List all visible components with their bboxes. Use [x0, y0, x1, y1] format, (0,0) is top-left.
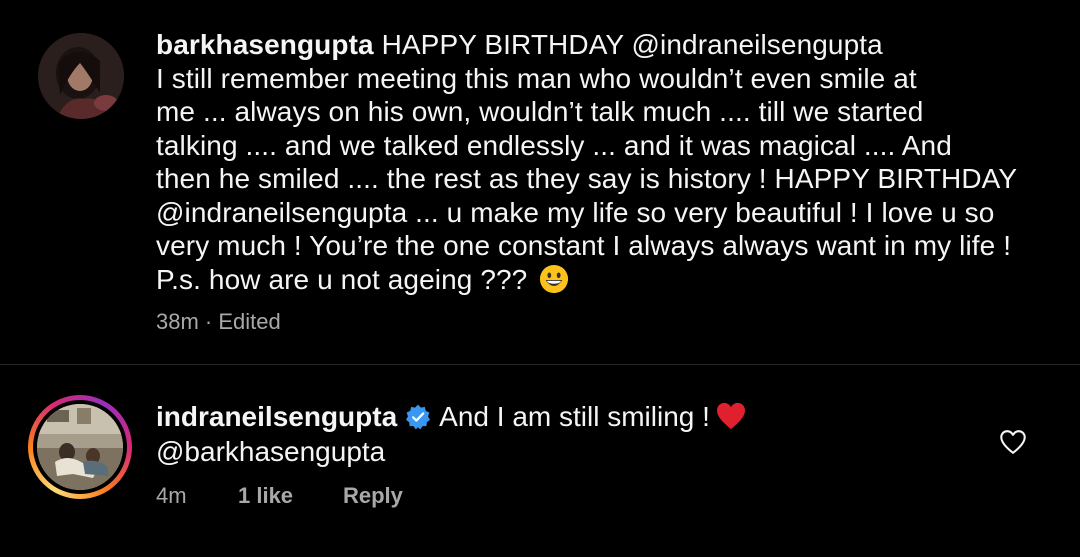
- caption-line: barkhasengupta HAPPY BIRTHDAY @indraneil…: [156, 28, 1036, 62]
- avatar: [37, 404, 123, 490]
- reply-message: And I am still smiling !: [439, 401, 710, 432]
- caption-line: me ... always on his own, wouldn’t talk …: [156, 96, 924, 127]
- profile-photo: [38, 33, 124, 119]
- likes-count[interactable]: 1 like: [238, 483, 293, 509]
- profile-photo: [37, 404, 123, 490]
- reply-text: indraneilsengupta And I am still smiling…: [156, 399, 746, 469]
- caption-line: very much ! You’re the one constant I al…: [156, 230, 1012, 261]
- caption-line-last: P.s. how are u not ageing ???: [156, 263, 1036, 297]
- username[interactable]: barkhasengupta: [156, 29, 374, 60]
- caption-line-text: HAPPY BIRTHDAY @indraneilsengupta: [381, 29, 883, 60]
- heart-outline-icon[interactable]: [999, 429, 1027, 455]
- caption-line: I still remember meeting this man who wo…: [156, 62, 917, 94]
- reply-button[interactable]: Reply: [343, 483, 403, 509]
- caption-comment: barkhasengupta HAPPY BIRTHDAY @indraneil…: [0, 0, 1080, 365]
- caption-line: @indraneilsengupta ... u make my life so…: [156, 196, 995, 228]
- grinning-face-emoji: [540, 264, 569, 293]
- reply-line: indraneilsengupta And I am still smiling…: [156, 399, 746, 434]
- avatar-story-ring[interactable]: [28, 395, 132, 499]
- timestamp: 4m: [156, 483, 187, 508]
- verified-badge-icon: [406, 404, 431, 430]
- caption-line: then he smiled .... the rest as they say…: [156, 163, 1018, 194]
- timestamp: 38m: [156, 309, 199, 334]
- reply-comment: indraneilsengupta And I am still smiling…: [0, 365, 1080, 557]
- caption-line-text: P.s. how are u not ageing ???: [156, 263, 528, 295]
- edited-label: Edited: [218, 309, 281, 334]
- red-heart-emoji: [716, 402, 745, 430]
- separator-dot: ·: [204, 309, 213, 334]
- avatar-ring-gap: [33, 400, 127, 494]
- caption-meta: 38m · Edited: [156, 309, 281, 335]
- username[interactable]: indraneilsengupta: [156, 401, 397, 432]
- avatar[interactable]: [38, 33, 124, 119]
- mention-link[interactable]: @barkhasengupta: [156, 434, 746, 469]
- caption-line: talking .... and we talked endlessly ...…: [156, 129, 952, 161]
- caption-text: barkhasengupta HAPPY BIRTHDAY @indraneil…: [156, 28, 1036, 296]
